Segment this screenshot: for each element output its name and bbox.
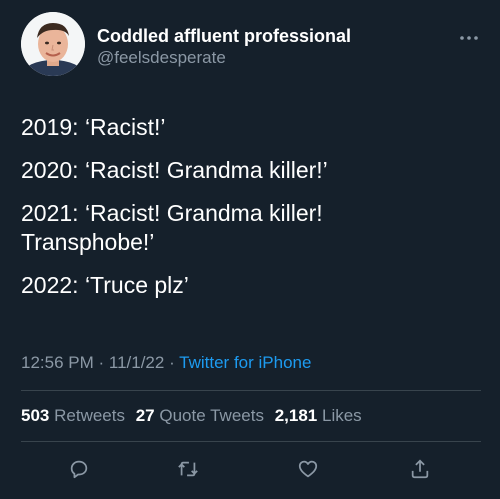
quote-tweets-count: 27: [135, 406, 155, 425]
divider: [21, 441, 481, 442]
share-button[interactable]: [403, 452, 437, 486]
meta-separator: ·: [93, 353, 109, 372]
retweet-icon: [178, 461, 198, 477]
retweets-count: 503: [21, 406, 50, 425]
tweet-line: Transphobe!’: [21, 229, 155, 255]
tweet-line: 2022: ‘Truce plz’: [21, 272, 189, 298]
avatar[interactable]: [21, 12, 85, 76]
retweets-label: Retweets: [54, 406, 125, 425]
likes-label: Likes: [321, 406, 362, 425]
reply-button[interactable]: [62, 452, 96, 486]
avatar-image: [21, 12, 85, 76]
reply-icon: [70, 460, 88, 479]
action-bar: [0, 452, 500, 486]
tweet-metadata: 12:56 PM · 11/1/22 · Twitter for iPhone: [21, 352, 311, 374]
more-dots-icon: [460, 36, 478, 40]
tweet-text: 2019: ‘Racist!’ 2020: ‘Racist! Grandma k…: [21, 113, 481, 300]
divider: [21, 390, 481, 391]
likes-stat[interactable]: 2,181 Likes: [275, 405, 362, 427]
user-info: Coddled affluent professional @feelsdesp…: [97, 25, 351, 69]
heart-icon: [298, 460, 318, 478]
meta-separator: ·: [164, 353, 180, 372]
like-button[interactable]: [291, 452, 325, 486]
tweet-date[interactable]: 11/1/22: [109, 353, 164, 372]
retweet-button[interactable]: [171, 452, 205, 486]
display-name[interactable]: Coddled affluent professional: [97, 25, 351, 47]
share-icon: [411, 459, 429, 479]
tweet-source-link[interactable]: Twitter for iPhone: [179, 353, 311, 372]
tweet-line: 2020: ‘Racist! Grandma killer!’: [21, 157, 328, 183]
user-handle[interactable]: @feelsdesperate: [97, 47, 351, 69]
tweet-card: Coddled affluent professional @feelsdesp…: [0, 0, 500, 499]
likes-count: 2,181: [274, 406, 318, 425]
quote-tweets-label: Quote Tweets: [159, 406, 264, 425]
tweet-time[interactable]: 12:56 PM: [21, 353, 94, 372]
more-options-button[interactable]: [457, 30, 481, 46]
tweet-line: 2019: ‘Racist!’: [21, 114, 166, 140]
tweet-stats: 503 Retweets 27 Quote Tweets 2,181 Likes: [21, 405, 368, 427]
tweet-line: 2021: ‘Racist! Grandma killer!: [21, 200, 323, 226]
quote-tweets-stat[interactable]: 27 Quote Tweets: [136, 405, 264, 427]
retweets-stat[interactable]: 503 Retweets: [21, 405, 125, 427]
